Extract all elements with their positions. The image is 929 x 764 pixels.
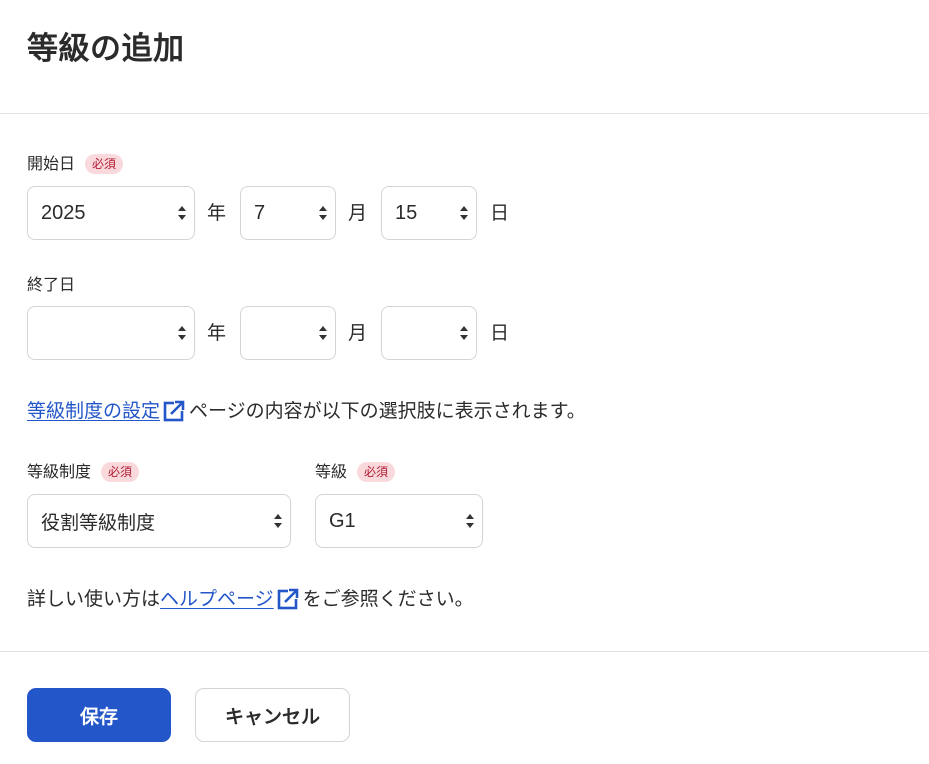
external-link-icon[interactable]: [162, 399, 187, 423]
grade-system-select[interactable]: 役割等級制度: [27, 494, 291, 548]
select-arrows-icon: [319, 326, 327, 340]
start-month-value: 7: [254, 201, 266, 224]
dialog-header: 等級の追加: [0, 0, 929, 114]
select-arrows-icon: [274, 514, 282, 528]
grade-system-settings-link[interactable]: 等級制度の設定: [27, 397, 160, 425]
grade-value: G1: [329, 509, 356, 532]
end-year-select[interactable]: [27, 306, 195, 360]
start-year-unit: 年: [207, 202, 227, 224]
save-button[interactable]: 保存: [27, 688, 171, 742]
help-text: 詳しい使い方は ヘルプページ をご参照ください。: [27, 585, 474, 613]
end-month-select[interactable]: [240, 306, 336, 360]
end-month-unit: 月: [348, 322, 368, 344]
start-date-label: 開始日: [27, 154, 76, 173]
end-date-label: 終了日: [27, 275, 76, 294]
select-arrows-icon: [319, 206, 327, 220]
cancel-button[interactable]: キャンセル: [195, 688, 350, 742]
grade-system-notice-text: ページの内容が以下の選択肢に表示されます。: [189, 400, 586, 422]
required-badge: 必須: [357, 462, 396, 482]
end-day-unit: 日: [490, 322, 510, 344]
required-badge: 必須: [101, 462, 140, 482]
start-day-select[interactable]: 15: [381, 186, 477, 240]
start-month-select[interactable]: 7: [240, 186, 336, 240]
page-title: 等級の追加: [27, 31, 185, 67]
end-year-unit: 年: [207, 322, 227, 344]
select-arrows-icon: [460, 206, 468, 220]
start-year-value: 2025: [41, 201, 86, 224]
select-arrows-icon: [460, 326, 468, 340]
select-arrows-icon: [178, 326, 186, 340]
grade-system-label-row: 等級制度 必須: [27, 460, 140, 484]
required-badge: 必須: [85, 154, 124, 174]
start-date-label-row: 開始日 必須: [27, 152, 124, 176]
grade-system-value: 役割等級制度: [41, 511, 156, 534]
footer-divider: [0, 651, 929, 652]
grade-label-row: 等級 必須: [315, 460, 396, 484]
start-day-value: 15: [395, 201, 418, 224]
select-arrows-icon: [178, 206, 186, 220]
grade-label: 等級: [315, 462, 348, 481]
select-arrows-icon: [466, 514, 474, 528]
external-link-icon[interactable]: [276, 587, 300, 611]
end-day-select[interactable]: [381, 306, 477, 360]
help-suffix: をご参照ください。: [302, 588, 474, 610]
grade-select[interactable]: G1: [315, 494, 483, 548]
help-prefix: 詳しい使い方は: [27, 588, 161, 610]
grade-system-notice: 等級制度の設定 ページの内容が以下の選択肢に表示されます。: [27, 397, 586, 425]
start-month-unit: 月: [348, 202, 368, 224]
end-date-label-row: 終了日: [27, 273, 75, 297]
start-day-unit: 日: [490, 202, 510, 224]
grade-system-label: 等級制度: [27, 462, 92, 481]
start-year-select[interactable]: 2025: [27, 186, 195, 240]
help-page-link[interactable]: ヘルプページ: [160, 585, 274, 613]
